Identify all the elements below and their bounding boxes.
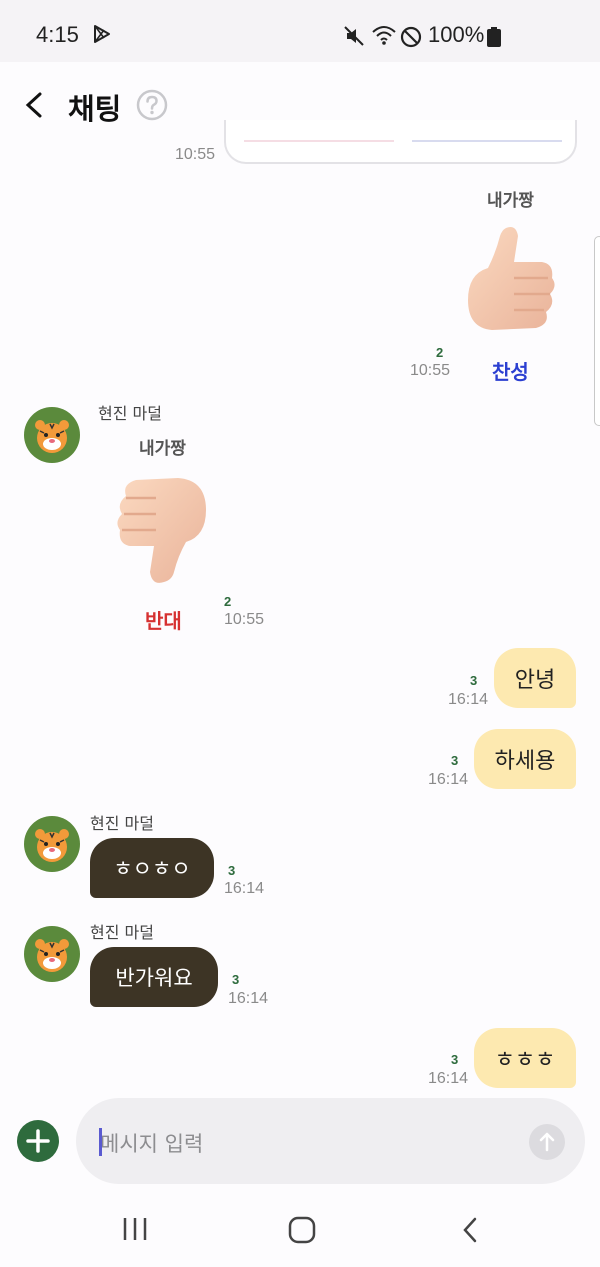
- read-count: 3: [232, 972, 240, 987]
- sender-name: 현진 마덜: [98, 404, 162, 423]
- battery-percent: 100%: [428, 22, 485, 47]
- tiger-avatar-icon: [35, 939, 69, 972]
- message-time: 16:14: [448, 691, 489, 708]
- message-text: ㅎㅇㅎㅇ: [113, 857, 191, 881]
- system-nav-bar: [0, 1190, 600, 1267]
- read-count: 3: [451, 753, 459, 768]
- card-divider: [244, 140, 394, 142]
- vote-disagree-label: 반대: [145, 609, 182, 633]
- message-text: ㅎㅎㅎ: [494, 1048, 556, 1073]
- their-message-bubble[interactable]: ㅎㅇㅎㅇ: [90, 838, 214, 898]
- message-text: 하세용: [494, 749, 556, 774]
- scrollbar[interactable]: [594, 236, 600, 426]
- vote-agree-label: 찬성: [492, 360, 529, 384]
- mute-icon: [344, 26, 364, 46]
- home-icon[interactable]: [288, 1216, 316, 1244]
- read-count: 3: [451, 1052, 459, 1067]
- vote-title: 내가짱: [139, 439, 186, 459]
- my-message-bubble[interactable]: ㅎㅎㅎ: [474, 1028, 576, 1088]
- thumbs-down-icon[interactable]: [112, 470, 212, 588]
- wifi-icon: [372, 26, 396, 45]
- add-attachment-button[interactable]: [17, 1120, 59, 1162]
- previous-message-card[interactable]: [224, 120, 577, 164]
- my-message-bubble[interactable]: 하세용: [474, 729, 576, 789]
- card-divider: [412, 140, 562, 142]
- thumbs-up-icon[interactable]: [462, 222, 558, 342]
- vote-title: 내가짱: [487, 191, 534, 211]
- message-time: 16:14: [428, 771, 469, 788]
- read-count: 2: [436, 345, 444, 360]
- arrow-up-icon: [539, 1132, 555, 1152]
- status-bar: 4:15 100%: [0, 0, 600, 62]
- message-input[interactable]: 메시지 입력: [76, 1098, 585, 1184]
- message-text: 반가워요: [115, 966, 193, 990]
- text-caret: [99, 1128, 102, 1156]
- my-message-bubble[interactable]: 안녕: [494, 648, 576, 708]
- plus-icon: [26, 1129, 50, 1153]
- message-time: 16:14: [224, 880, 265, 897]
- send-button[interactable]: [529, 1124, 565, 1160]
- no-disturb-icon: [400, 26, 422, 48]
- avatar[interactable]: [24, 926, 80, 982]
- status-time: 4:15: [36, 22, 79, 47]
- page-title: 채팅: [68, 92, 122, 126]
- read-count: 2: [224, 594, 232, 609]
- avatar[interactable]: [24, 816, 80, 872]
- help-icon[interactable]: [136, 89, 168, 121]
- battery-icon: [487, 27, 501, 47]
- message-time: 16:14: [228, 990, 269, 1007]
- play-store-icon: [94, 25, 110, 43]
- message-time: 10:55: [175, 146, 216, 163]
- read-count: 3: [470, 673, 478, 688]
- recent-apps-icon[interactable]: [120, 1216, 150, 1242]
- avatar[interactable]: [24, 407, 80, 463]
- back-nav-icon[interactable]: [458, 1216, 482, 1244]
- message-time: 16:14: [428, 1070, 469, 1087]
- sender-name: 현진 마덜: [90, 814, 154, 833]
- sender-name: 현진 마덜: [90, 923, 154, 942]
- message-text: 안녕: [514, 668, 556, 693]
- message-input-bar: 메시지 입력: [0, 1094, 600, 1190]
- tiger-avatar-icon: [35, 420, 69, 453]
- message-input-placeholder: 메시지 입력: [100, 1132, 204, 1156]
- read-count: 3: [228, 863, 236, 878]
- message-time: 10:55: [410, 362, 451, 379]
- their-message-bubble[interactable]: 반가워요: [90, 947, 218, 1007]
- chat-screen: 4:15 100% 채팅 10:55 내가짱 2 10:55 찬성 현진 마덜 …: [0, 0, 600, 1267]
- tiger-avatar-icon: [35, 829, 69, 862]
- message-time: 10:55: [224, 611, 265, 628]
- back-arrow-icon[interactable]: [22, 90, 48, 120]
